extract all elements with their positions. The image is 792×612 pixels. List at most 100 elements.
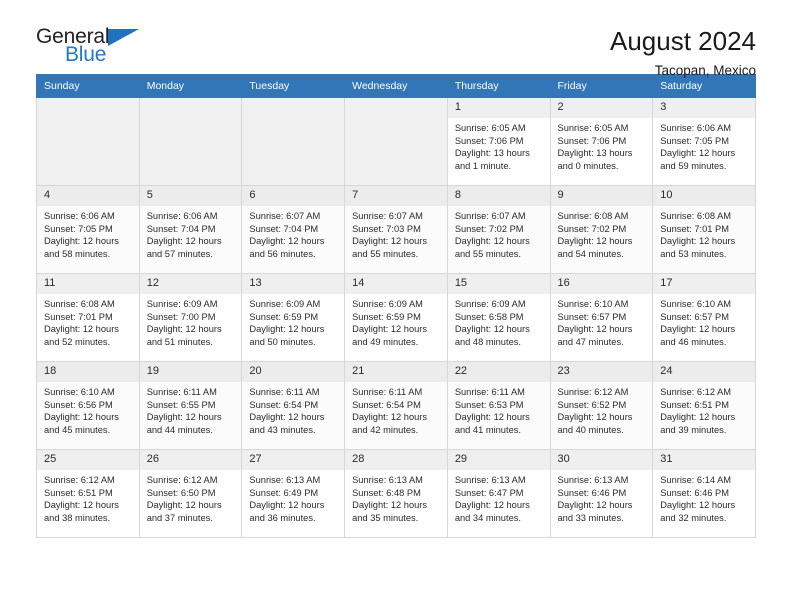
daylight-text: Daylight: 12 hours: [660, 148, 736, 159]
sunset-text: Sunset: 7:04 PM: [146, 223, 216, 234]
daylight-text-cont: and 45 minutes.: [44, 425, 111, 436]
calendar-day-cell[interactable]: 3 Sunrise: 6:06 AM Sunset: 7:05 PM Daylight…: [652, 97, 756, 186]
day-number: 7: [345, 186, 447, 206]
sunset-text: Sunset: 6:57 PM: [557, 311, 627, 322]
calendar-week-row: 18 Sunrise: 6:10 AM Sunset: 6:56 PM Dayligh…: [36, 361, 756, 450]
day-number: 19: [139, 362, 242, 382]
calendar-day-cell[interactable]: 31 Sunrise: 6:14 AM Sunset: 6:46 PM Dayligh…: [652, 449, 756, 538]
day-number: 9: [550, 186, 653, 206]
calendar-day-cell[interactable]: 29 Sunrise: 6:13 AM Sunset: 6:47 PM Dayligh…: [446, 449, 551, 538]
daylight-text: Daylight: 12 hours: [44, 500, 119, 511]
daylight-text: Daylight: 12 hours: [249, 500, 325, 511]
sunrise-text: Sunrise: 6:13 AM: [249, 474, 321, 485]
calendar-day-cell[interactable]: 19 Sunrise: 6:11 AM Sunset: 6:55 PM Dayligh…: [138, 361, 243, 450]
calendar-day-cell[interactable]: 25 Sunrise: 6:12 AM Sunset: 6:51 PM Dayligh…: [36, 449, 140, 538]
calendar-day-cell[interactable]: 2 Sunrise: 6:05 AM Sunset: 7:06 PM Daylight…: [549, 97, 654, 186]
day-details: Sunrise: 6:13 AM Sunset: 6:49 PM Daylight:…: [242, 470, 344, 525]
daylight-text-cont: and 41 minutes.: [454, 425, 521, 436]
day-details: Sunrise: 6:05 AM Sunset: 7:06 PM Daylight:…: [448, 118, 550, 173]
sunset-text: Sunset: 6:51 PM: [44, 487, 113, 498]
sunrise-text: Sunrise: 6:08 AM: [660, 210, 732, 221]
daylight-text-cont: and 53 minutes.: [660, 249, 727, 260]
sunrise-text: Sunrise: 6:06 AM: [146, 210, 218, 221]
sunrise-text: Sunrise: 6:05 AM: [454, 122, 526, 133]
sunset-text: Sunset: 6:50 PM: [146, 487, 216, 498]
daylight-text-cont: and 46 minutes.: [660, 337, 727, 348]
calendar-day-cell[interactable]: 8 Sunrise: 6:07 AM Sunset: 7:02 PM Daylight…: [446, 185, 551, 274]
calendar-day-cell[interactable]: 13 Sunrise: 6:09 AM Sunset: 6:59 PM Dayligh…: [241, 273, 346, 362]
daylight-text-cont: and 50 minutes.: [249, 337, 316, 348]
daylight-text: Daylight: 12 hours: [660, 236, 736, 247]
day-details: Sunrise: 6:08 AM Sunset: 7:01 PM Daylight:…: [37, 294, 139, 349]
calendar-day-cell[interactable]: 28 Sunrise: 6:13 AM Sunset: 6:48 PM Dayligh…: [344, 449, 448, 538]
page-subtitle: Tacopan, Mexico: [654, 62, 756, 78]
sunset-text: Sunset: 6:54 PM: [352, 399, 421, 410]
day-number: 10: [653, 186, 755, 206]
daylight-text-cont: and 34 minutes.: [454, 513, 521, 524]
daylight-text: Daylight: 12 hours: [660, 500, 736, 511]
sunset-text: Sunset: 7:00 PM: [146, 311, 216, 322]
calendar-day-cell[interactable]: 16 Sunrise: 6:10 AM Sunset: 6:57 PM Dayligh…: [549, 273, 654, 362]
calendar-day-cell[interactable]: 22 Sunrise: 6:11 AM Sunset: 6:53 PM Dayligh…: [446, 361, 551, 450]
calendar-day-cell[interactable]: 17 Sunrise: 6:10 AM Sunset: 6:57 PM Dayligh…: [652, 273, 756, 362]
daylight-text-cont: and 59 minutes.: [660, 161, 727, 172]
daylight-text-cont: and 35 minutes.: [352, 513, 419, 524]
daylight-text-cont: and 32 minutes.: [660, 513, 727, 524]
day-number: 12: [139, 274, 242, 294]
daylight-text: Daylight: 12 hours: [660, 324, 736, 335]
day-number: 14: [345, 274, 447, 294]
sunrise-text: Sunrise: 6:12 AM: [44, 474, 115, 485]
sunrise-text: Sunrise: 6:10 AM: [557, 298, 629, 309]
general-blue-logo[interactable]: General Blue: [36, 26, 151, 70]
calendar-day-cell[interactable]: 11 Sunrise: 6:08 AM Sunset: 7:01 PM Dayligh…: [36, 273, 140, 362]
day-number: 27: [242, 450, 345, 470]
sunrise-text: Sunrise: 6:09 AM: [352, 298, 423, 309]
day-details: Sunrise: 6:06 AM Sunset: 7:05 PM Daylight:…: [37, 206, 139, 261]
calendar-day-cell[interactable]: 27 Sunrise: 6:13 AM Sunset: 6:49 PM Dayligh…: [241, 449, 346, 538]
day-details: Sunrise: 6:13 AM Sunset: 6:47 PM Daylight:…: [448, 470, 550, 525]
day-number: 16: [550, 274, 653, 294]
calendar-day-cell[interactable]: 12 Sunrise: 6:09 AM Sunset: 7:00 PM Dayligh…: [138, 273, 243, 362]
calendar-day-cell[interactable]: 24 Sunrise: 6:12 AM Sunset: 6:51 PM Dayligh…: [652, 361, 756, 450]
calendar-day-cell[interactable]: 5 Sunrise: 6:06 AM Sunset: 7:04 PM Daylight…: [138, 185, 243, 274]
sunrise-text: Sunrise: 6:09 AM: [249, 298, 321, 309]
sunset-text: Sunset: 7:04 PM: [249, 223, 319, 234]
title-block: August 2024 Tacopan, Mexico: [610, 26, 756, 79]
day-details: Sunrise: 6:12 AM Sunset: 6:52 PM Daylight:…: [551, 382, 653, 437]
daylight-text: Daylight: 12 hours: [557, 500, 633, 511]
sunrise-text: Sunrise: 6:11 AM: [249, 386, 320, 397]
calendar-day-cell[interactable]: 6 Sunrise: 6:07 AM Sunset: 7:04 PM Daylight…: [241, 185, 346, 274]
calendar-day-cell[interactable]: 14 Sunrise: 6:09 AM Sunset: 6:59 PM Dayligh…: [344, 273, 448, 362]
day-number: 22: [447, 362, 550, 382]
calendar-day-cell[interactable]: 30 Sunrise: 6:13 AM Sunset: 6:46 PM Dayligh…: [549, 449, 654, 538]
day-details: Sunrise: 6:05 AM Sunset: 7:06 PM Daylight:…: [551, 118, 653, 173]
day-details: Sunrise: 6:07 AM Sunset: 7:04 PM Daylight:…: [242, 206, 344, 261]
daylight-text: Daylight: 12 hours: [146, 236, 222, 247]
calendar-day-cell[interactable]: 18 Sunrise: 6:10 AM Sunset: 6:56 PM Dayligh…: [36, 361, 140, 450]
sunrise-text: Sunrise: 6:06 AM: [660, 122, 732, 133]
sunset-text: Sunset: 7:03 PM: [352, 223, 421, 234]
day-details: Sunrise: 6:14 AM Sunset: 6:46 PM Daylight:…: [653, 470, 755, 525]
calendar-day-cell[interactable]: 26 Sunrise: 6:12 AM Sunset: 6:50 PM Dayligh…: [138, 449, 243, 538]
calendar-cell-empty: [36, 97, 140, 186]
logo-text-blue: Blue: [65, 43, 107, 66]
calendar-day-cell[interactable]: 21 Sunrise: 6:11 AM Sunset: 6:54 PM Dayligh…: [344, 361, 448, 450]
calendar-day-cell[interactable]: 7 Sunrise: 6:07 AM Sunset: 7:03 PM Daylight…: [344, 185, 448, 274]
calendar-day-cell[interactable]: 10 Sunrise: 6:08 AM Sunset: 7:01 PM Dayligh…: [652, 185, 756, 274]
daylight-text-cont: and 38 minutes.: [44, 513, 111, 524]
calendar-day-cell[interactable]: 15 Sunrise: 6:09 AM Sunset: 6:58 PM Dayligh…: [446, 273, 551, 362]
day-number: 6: [242, 186, 345, 206]
day-number: 13: [242, 274, 345, 294]
calendar-day-cell[interactable]: 9 Sunrise: 6:08 AM Sunset: 7:02 PM Daylight…: [549, 185, 654, 274]
day-details: Sunrise: 6:07 AM Sunset: 7:03 PM Daylight:…: [345, 206, 447, 261]
calendar-day-cell[interactable]: 1 Sunrise: 6:05 AM Sunset: 7:06 PM Daylight…: [446, 97, 551, 186]
daylight-text-cont: and 58 minutes.: [44, 249, 111, 260]
calendar-day-cell[interactable]: 4 Sunrise: 6:06 AM Sunset: 7:05 PM Daylight…: [36, 185, 140, 274]
daylight-text-cont: and 47 minutes.: [557, 337, 624, 348]
sunset-text: Sunset: 6:47 PM: [454, 487, 524, 498]
sunrise-text: Sunrise: 6:07 AM: [454, 210, 526, 221]
daylight-text: Daylight: 12 hours: [249, 324, 325, 335]
daylight-text-cont: and 43 minutes.: [249, 425, 316, 436]
calendar-day-cell[interactable]: 23 Sunrise: 6:12 AM Sunset: 6:52 PM Dayligh…: [549, 361, 654, 450]
calendar-day-cell[interactable]: 20 Sunrise: 6:11 AM Sunset: 6:54 PM Dayligh…: [241, 361, 346, 450]
